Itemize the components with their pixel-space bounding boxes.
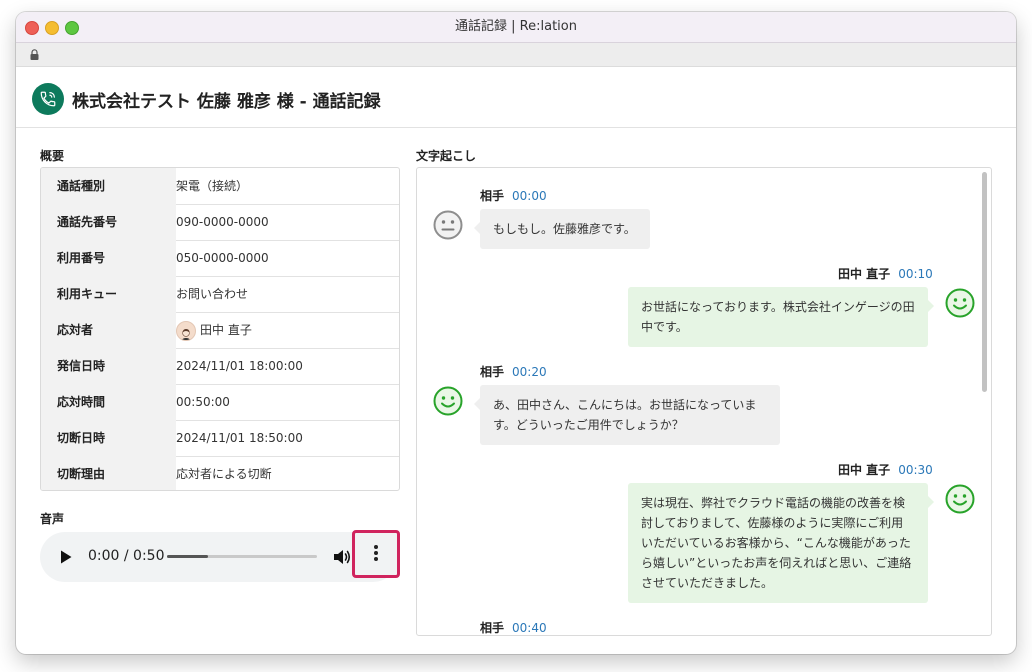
row-value: 応対者による切断 bbox=[176, 467, 272, 481]
row-key: 応対時間 bbox=[41, 384, 176, 420]
row-key: 利用キュー bbox=[41, 276, 176, 312]
table-row: 利用キュー お問い合わせ bbox=[41, 276, 399, 313]
smile-face-icon bbox=[945, 484, 975, 514]
row-value: 090-0000-0000 bbox=[176, 215, 269, 229]
row-key: 切断理由 bbox=[41, 456, 176, 490]
transcript-label: 文字起こし bbox=[416, 149, 477, 163]
row-key: 利用番号 bbox=[41, 240, 176, 276]
address-bar[interactable] bbox=[16, 43, 1016, 67]
row-key: 応対者 bbox=[41, 312, 176, 348]
window-title: 通話記録 | Re:lation bbox=[455, 19, 577, 34]
transcript-panel[interactable]: 相手 00:00 もしもし。佐藤雅彦です。 田中 直子 00:10 お世話になってお… bbox=[416, 167, 992, 636]
row-value: 2024/11/01 18:00:00 bbox=[176, 359, 303, 373]
browser-window: 通話記録 | Re:lation 株式会社テスト 佐藤 雅彦 様 - 通話記録 … bbox=[16, 12, 1016, 654]
neutral-face-icon bbox=[433, 210, 463, 240]
message-bubble: お世話になっております。株式会社インゲージの田中です。 bbox=[628, 287, 934, 347]
table-row: 通話先番号 090-0000-0000 bbox=[41, 204, 399, 241]
table-row: 利用番号 050-0000-0000 bbox=[41, 240, 399, 277]
page-header: 株式会社テスト 佐藤 雅彦 様 - 通話記録 bbox=[16, 67, 1016, 128]
agent-avatar bbox=[176, 321, 196, 341]
phone-icon bbox=[32, 83, 64, 115]
speaker-name: 田中 直子 bbox=[838, 267, 891, 281]
row-key: 発信日時 bbox=[41, 348, 176, 384]
more-options-button[interactable] bbox=[352, 530, 400, 578]
speaker-header: 田中 直子 00:30 bbox=[838, 461, 933, 478]
row-value: お問い合わせ bbox=[176, 287, 249, 301]
speaker-header: 相手 00:40 bbox=[480, 619, 547, 635]
speaker-name: 相手 bbox=[480, 365, 505, 379]
message-bubble: 実は現在、弊社でクラウド電話の機能の改善を検討しておりまして、佐藤様のように実際… bbox=[628, 483, 934, 603]
smile-face-icon bbox=[945, 288, 975, 318]
audio-player: 0:00 / 0:50 bbox=[40, 530, 400, 582]
volume-icon[interactable] bbox=[332, 547, 352, 567]
summary-label: 概要 bbox=[40, 149, 65, 163]
audio-label: 音声 bbox=[40, 512, 65, 526]
table-row: 切断日時 2024/11/01 18:50:00 bbox=[41, 420, 399, 457]
message-timestamp[interactable]: 00:20 bbox=[512, 365, 547, 379]
speaker-name: 田中 直子 bbox=[838, 463, 891, 477]
agent-name: 田中 直子 bbox=[200, 323, 252, 337]
scrollbar-thumb[interactable] bbox=[982, 172, 987, 392]
table-row: 発信日時 2024/11/01 18:00:00 bbox=[41, 348, 399, 385]
audio-progress-fill bbox=[167, 555, 208, 558]
message-bubble: もしもし。佐藤雅彦です。 bbox=[474, 209, 650, 249]
title-bar: 通話記録 | Re:lation bbox=[16, 12, 1016, 43]
row-value: 00:50:00 bbox=[176, 395, 230, 409]
table-row: 通話種別 架電（接続） bbox=[41, 168, 399, 205]
table-row: 応対者 田中 直子 bbox=[41, 312, 399, 349]
speaker-header: 相手 00:20 bbox=[480, 363, 547, 380]
row-value: 架電（接続） bbox=[176, 179, 249, 193]
message-bubble: あ、田中さん、こんにちは。お世話になっています。どういったご用件でしょうか？ bbox=[474, 385, 780, 445]
row-value: 2024/11/01 18:50:00 bbox=[176, 431, 303, 445]
lock-icon bbox=[30, 49, 39, 60]
message-timestamp[interactable]: 00:40 bbox=[512, 621, 547, 635]
summary-table: 通話種別 架電（接続） 通話先番号 090-0000-0000 利用番号 050… bbox=[40, 167, 400, 491]
smile-face-icon bbox=[433, 386, 463, 416]
table-row: 応対時間 00:50:00 bbox=[41, 384, 399, 421]
audio-time: 0:00 / 0:50 bbox=[88, 548, 165, 564]
speaker-name: 相手 bbox=[480, 621, 505, 635]
page-title: 株式会社テスト 佐藤 雅彦 様 - 通話記録 bbox=[72, 92, 381, 112]
audio-progress-slider[interactable] bbox=[167, 555, 317, 558]
message-timestamp[interactable]: 00:30 bbox=[898, 463, 933, 477]
speaker-header: 田中 直子 00:10 bbox=[838, 265, 933, 282]
table-row: 切断理由 応対者による切断 bbox=[41, 456, 399, 490]
row-key: 通話先番号 bbox=[41, 204, 176, 240]
speaker-name: 相手 bbox=[480, 189, 505, 203]
message-timestamp[interactable]: 00:00 bbox=[512, 189, 547, 203]
row-value: 050-0000-0000 bbox=[176, 251, 269, 265]
speaker-header: 相手 00:00 bbox=[480, 187, 547, 204]
message-timestamp[interactable]: 00:10 bbox=[898, 267, 933, 281]
row-key: 通話種別 bbox=[41, 168, 176, 204]
row-key: 切断日時 bbox=[41, 420, 176, 456]
play-icon[interactable] bbox=[60, 550, 72, 564]
